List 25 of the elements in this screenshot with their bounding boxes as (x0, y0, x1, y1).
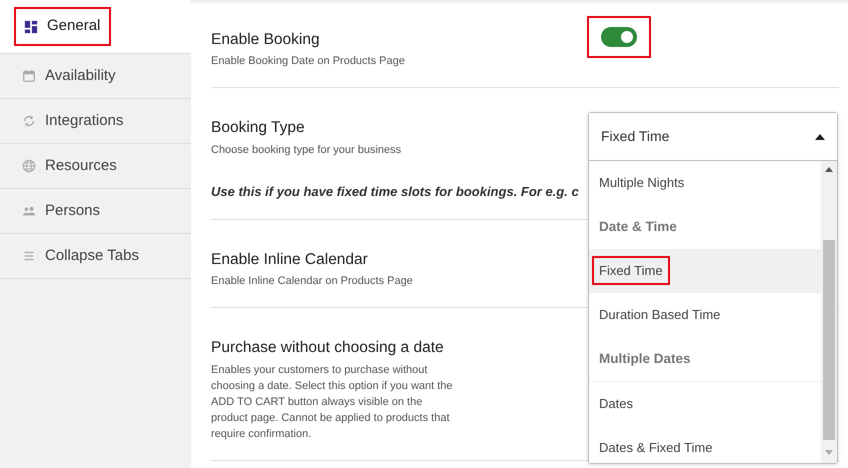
calendar-icon (22, 69, 36, 83)
dropdown-option[interactable]: Dates & Fixed Time (589, 426, 821, 463)
scroll-up-icon[interactable] (825, 167, 833, 172)
option-group-label: Multiple Dates (598, 350, 692, 368)
setting-note: Use this if you have fixed time slots for bookings. For e.g. c (211, 182, 579, 201)
setting-title: Enable Inline Calendar (211, 250, 368, 270)
setting-description: Enable Booking Date on Products Page (211, 54, 405, 70)
toggle-switch[interactable] (601, 27, 637, 47)
scroll-thumb[interactable] (823, 240, 835, 440)
setting-title: Booking Type (211, 118, 305, 138)
select-field[interactable]: Fixed Time (589, 113, 837, 161)
setting-title: Enable Booking (211, 30, 320, 50)
option-group-label: Date & Time (598, 218, 678, 236)
setting-description: Enable Inline Calendar on Products Page (211, 274, 413, 290)
setting-title: Purchase without choosing a date (211, 338, 444, 358)
dropdown-option[interactable]: Fixed Time (589, 249, 821, 293)
sidebar-tab[interactable]: General (0, 0, 191, 54)
globe-icon (22, 159, 36, 173)
caret-icon (815, 134, 825, 140)
list-icon (22, 249, 36, 263)
setting-description: Choose booking type for your business (211, 142, 402, 158)
people-icon (22, 204, 36, 218)
setting-description: Enables your customers to purchase without choosing a date. Select this option if you want the ADD TO CART button always visible on the product page. Cannot be applied to products that require confirmation. (211, 362, 454, 442)
grid-icon (24, 20, 38, 34)
sync-icon (22, 114, 36, 128)
